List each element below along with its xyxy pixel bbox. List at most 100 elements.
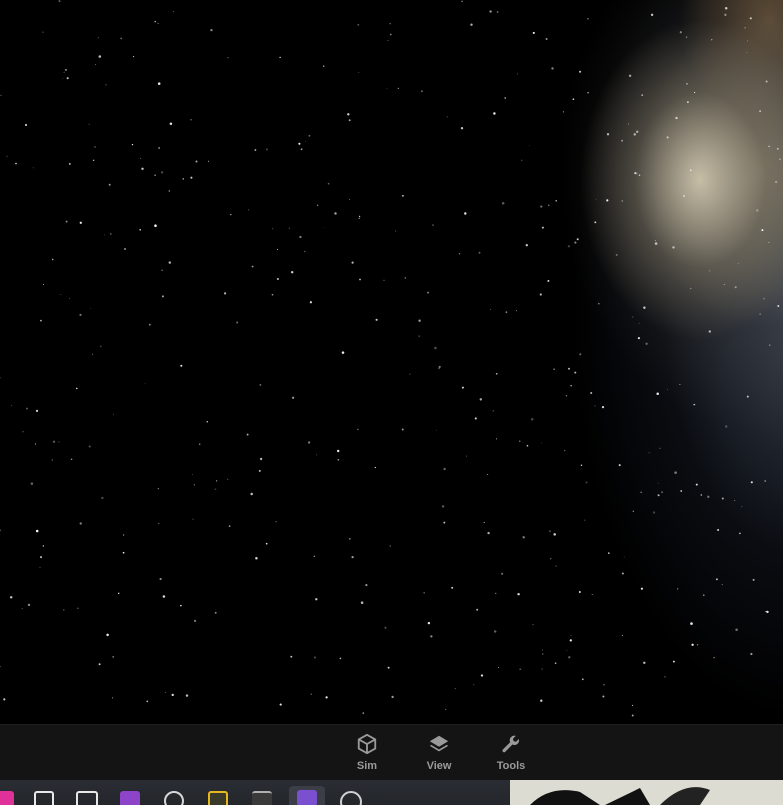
star [88,445,91,448]
star [98,663,101,666]
star [397,87,399,89]
star [227,56,229,59]
star [387,40,389,42]
star [744,27,746,29]
star [541,649,544,651]
star [258,469,261,472]
star [35,409,39,412]
star [595,198,597,200]
star [549,530,551,533]
star [540,699,543,702]
star [259,383,262,386]
star [690,622,693,625]
star [608,552,610,554]
star [666,388,668,390]
star [63,71,65,73]
terminal-icon[interactable] [252,791,272,805]
star [418,319,421,322]
star [734,499,736,502]
star [68,162,71,165]
window-thumbnail[interactable] [510,780,783,805]
star [34,443,37,445]
star [495,592,497,594]
star [645,342,648,345]
star [693,91,696,94]
star [24,123,28,127]
star [691,643,694,646]
star [779,158,781,161]
simulation-viewport[interactable] [0,0,783,724]
star [545,37,548,41]
star [695,483,698,486]
star [3,698,6,701]
star [659,447,661,449]
star [92,159,95,162]
star [541,226,544,229]
star [570,385,572,387]
star [248,209,249,211]
sim-button[interactable]: Sim [339,733,395,777]
star [677,588,679,590]
star [643,306,646,309]
star [39,319,42,322]
document-app-icon[interactable] [34,791,54,805]
star [628,123,629,125]
star [615,253,618,256]
star [69,297,71,299]
star [696,644,699,646]
star [526,445,529,447]
star [108,183,111,186]
star [162,595,166,598]
star [88,123,90,125]
pink-app-icon[interactable] [0,791,14,805]
star [351,261,354,264]
globe-app-icon[interactable] [340,791,362,805]
star [445,708,447,710]
star [389,545,391,547]
yellow-app-icon[interactable] [208,791,228,805]
star [279,56,281,59]
star [461,0,463,3]
star [492,410,495,412]
window-app-icon[interactable] [76,791,98,805]
star [334,212,337,215]
star [479,398,483,401]
tools-button[interactable]: Tools [483,733,539,777]
star [51,459,54,461]
star [638,322,640,324]
star [458,253,461,255]
onenote-icon[interactable] [120,791,140,805]
star [173,10,175,12]
star [519,668,522,671]
star [43,284,44,285]
star [154,224,157,227]
star [339,657,342,660]
view-button[interactable]: View [411,733,467,777]
star [580,464,583,467]
star [117,592,120,595]
star [15,162,17,165]
star [140,157,142,159]
star [724,6,728,10]
star [554,662,557,665]
star [276,277,280,281]
openai-icon[interactable] [164,791,184,805]
star [112,656,114,658]
star [22,431,24,433]
star [123,247,127,251]
star [104,234,106,236]
star [191,474,193,476]
star [358,215,361,218]
star [505,311,508,314]
star [62,77,64,79]
star [148,323,151,326]
active-app-slot[interactable] [289,786,325,805]
star [157,487,159,490]
star [532,31,535,34]
star [358,72,360,73]
star [774,180,778,184]
star [632,510,634,512]
active-app-icon [297,790,317,805]
star [420,90,423,93]
wrench-icon [502,735,520,753]
